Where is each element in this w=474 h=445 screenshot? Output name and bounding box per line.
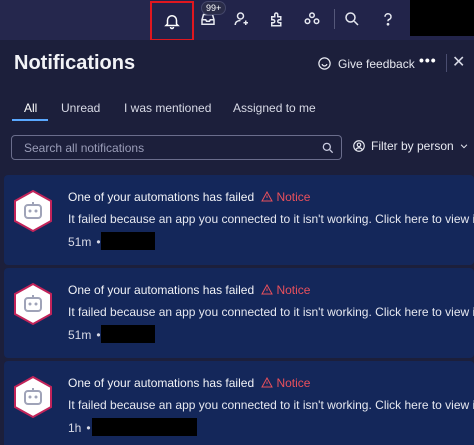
people-icon[interactable] <box>298 6 326 32</box>
close-icon[interactable]: ✕ <box>452 52 465 72</box>
meta-separator: • <box>96 328 101 342</box>
notifications-screen: 99+ Notifications Give feedback ••• ✕ Al… <box>0 0 474 445</box>
notice-tag: Notice <box>261 190 310 204</box>
notification-time: 1h <box>68 421 82 435</box>
notification-title-text: One of your automations has failed <box>68 283 255 297</box>
notification-title-text: One of your automations has failed <box>68 190 255 204</box>
warning-icon <box>261 191 274 202</box>
automation-bot-icon <box>14 189 52 233</box>
more-options-button[interactable]: ••• <box>419 52 437 68</box>
notification-meta: 51m • <box>68 235 106 249</box>
notification-title: One of your automations has failed Notic… <box>68 190 310 204</box>
top-bar-divider <box>334 9 335 29</box>
chevron-down-icon <box>460 144 467 149</box>
notification-time: 51m <box>68 235 92 249</box>
notification-body: It failed because an app you connected t… <box>68 305 474 319</box>
tab-all[interactable]: All <box>24 101 37 115</box>
search-icon[interactable] <box>338 6 366 32</box>
notification-title-text: One of your automations has failed <box>68 376 255 390</box>
notification-body: It failed because an app you connected t… <box>68 212 474 226</box>
notice-label: Notice <box>276 190 311 204</box>
warning-icon <box>261 377 274 388</box>
invite-member-icon[interactable] <box>228 6 256 32</box>
tab-mentioned[interactable]: I was mentioned <box>124 101 211 115</box>
notification-item[interactable]: One of your automations has failed Notic… <box>4 361 474 445</box>
redacted-region <box>410 0 474 36</box>
notification-item[interactable]: One of your automations has failed Notic… <box>4 175 474 265</box>
give-feedback-label: Give feedback <box>338 56 415 71</box>
meta-separator: • <box>86 421 91 435</box>
notification-tabs: All Unread I was mentioned Assigned to m… <box>0 98 474 122</box>
feedback-icon <box>318 57 331 70</box>
bell-icon[interactable] <box>150 1 194 41</box>
filter-by-person-button[interactable]: Filter by person <box>352 139 469 153</box>
meta-separator: • <box>96 235 101 249</box>
inbox-count-badge: 99+ <box>201 1 227 15</box>
notice-label: Notice <box>276 376 311 390</box>
notice-tag: Notice <box>261 283 310 297</box>
search-field-icon <box>322 142 334 154</box>
panel-title: Notifications <box>14 52 136 74</box>
notification-title: One of your automations has failed Notic… <box>68 376 310 390</box>
redacted-region <box>92 418 197 436</box>
top-bar: 99+ <box>0 0 474 41</box>
notification-title: One of your automations has failed Notic… <box>68 283 310 297</box>
notification-body: It failed because an app you connected t… <box>68 398 474 412</box>
search-placeholder: Search all notifications <box>24 141 145 155</box>
notification-time: 51m <box>68 328 92 342</box>
person-icon <box>353 140 365 152</box>
header-divider <box>446 54 447 72</box>
notice-tag: Notice <box>261 376 310 390</box>
notification-item[interactable]: One of your automations has failed Notic… <box>4 268 474 358</box>
help-icon[interactable] <box>374 6 402 32</box>
active-tab-indicator <box>12 119 48 121</box>
top-bar-left <box>0 0 150 40</box>
notice-label: Notice <box>276 283 311 297</box>
give-feedback-button[interactable]: Give feedback <box>317 56 415 71</box>
tab-unread[interactable]: Unread <box>61 101 100 115</box>
tab-assigned[interactable]: Assigned to me <box>233 101 316 115</box>
automation-bot-icon <box>14 282 52 326</box>
notification-meta: 51m • <box>68 328 106 342</box>
search-input[interactable]: Search all notifications <box>11 135 342 160</box>
apps-icon[interactable] <box>263 6 291 32</box>
warning-icon <box>261 284 274 295</box>
redacted-region <box>101 232 155 250</box>
notifications-panel: Notifications Give feedback ••• ✕ All Un… <box>0 40 474 445</box>
automation-bot-icon <box>14 375 52 419</box>
redacted-region <box>101 325 155 343</box>
filter-label: Filter by person <box>371 139 454 153</box>
